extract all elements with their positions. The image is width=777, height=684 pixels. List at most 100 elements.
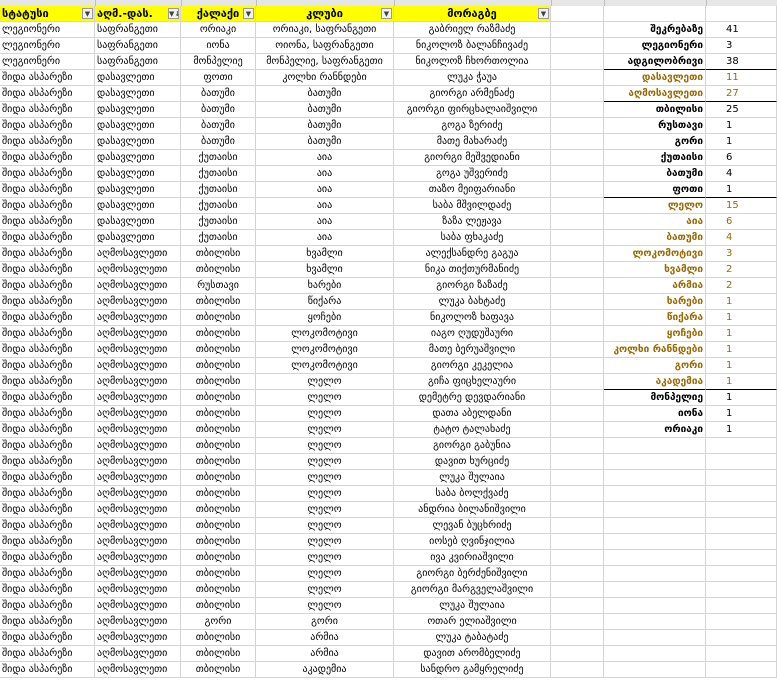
empty-cell[interactable] [551,166,604,182]
city-cell[interactable]: ქუთაისი [181,150,256,166]
region-cell[interactable]: აღმოსავლეთი [95,486,181,502]
status-cell[interactable]: შიდა ასპარეზი [0,166,95,182]
empty-cell[interactable] [551,342,604,358]
player-cell[interactable]: ნიკოლოზ ჩხორთოლია [394,54,551,70]
summary-label[interactable]: დასავლეთი [604,70,706,86]
empty-cell[interactable] [604,550,706,566]
header-cell-status[interactable]: სტატუსი ▼ [0,6,95,22]
summary-count[interactable]: 6 [706,150,777,166]
club-cell[interactable]: აია [256,214,394,230]
summary-label[interactable]: მონპელიე [604,390,706,406]
club-cell[interactable]: ლელო [256,470,394,486]
empty-cell[interactable] [551,358,604,374]
region-cell[interactable]: აღმოსავლეთი [95,342,181,358]
summary-label[interactable]: აღმოსავლეთი [604,86,706,102]
filter-dropdown-icon[interactable]: ▼ [243,8,254,19]
empty-cell[interactable] [706,518,777,534]
status-cell[interactable]: შიდა ასპარეზი [0,646,95,662]
region-cell[interactable]: აღმოსავლეთი [95,502,181,518]
player-cell[interactable]: გიორგი მეშვედიანი [394,150,551,166]
region-cell[interactable]: აღმოსავლეთი [95,454,181,470]
status-cell[interactable]: შიდა ასპარეზი [0,310,95,326]
club-cell[interactable]: ოიონა, საფრანგეთი [256,38,394,54]
empty-cell[interactable] [604,582,706,598]
status-cell[interactable]: შიდა ასპარეზი [0,438,95,454]
player-cell[interactable]: ანდრია ბილანიშვილი [394,502,551,518]
player-cell[interactable]: გაბრიელ რაზმაძე [394,22,551,38]
summary-count[interactable]: 1 [706,406,777,422]
city-cell[interactable]: თბილისი [181,374,256,390]
city-cell[interactable]: თბილისი [181,470,256,486]
empty-cell[interactable] [551,150,604,166]
empty-cell[interactable] [706,646,777,662]
player-cell[interactable]: ალექსანდრე გაგუა [394,246,551,262]
club-cell[interactable]: ლელო [256,454,394,470]
club-cell[interactable]: აია [256,198,394,214]
region-cell[interactable]: აღმოსავლეთი [95,406,181,422]
club-cell[interactable]: აია [256,150,394,166]
status-cell[interactable]: შიდა ასპარეზი [0,406,95,422]
region-cell[interactable]: აღმოსავლეთი [95,630,181,646]
region-cell[interactable]: დასავლეთი [95,150,181,166]
player-cell[interactable]: გოგა უშვერიძე [394,166,551,182]
status-cell[interactable]: შიდა ასპარეზი [0,422,95,438]
city-cell[interactable]: თბილისი [181,438,256,454]
status-cell[interactable]: შიდა ასპარეზი [0,550,95,566]
club-cell[interactable]: ყოჩები [256,310,394,326]
region-cell[interactable]: აღმოსავლეთი [95,646,181,662]
region-cell[interactable]: აღმოსავლეთი [95,582,181,598]
city-cell[interactable]: თბილისი [181,422,256,438]
empty-cell[interactable] [604,534,706,550]
player-cell[interactable]: ზაზა ლეჟავა [394,214,551,230]
summary-label[interactable]: ლელო [604,198,706,214]
player-cell[interactable]: ივა კვირიაშვილი [394,550,551,566]
status-cell[interactable]: შიდა ასპარეზი [0,502,95,518]
player-cell[interactable]: იოსებ ღვინჯილია [394,534,551,550]
status-cell[interactable]: შიდა ასპარეზი [0,582,95,598]
summary-count[interactable]: 1 [706,310,777,326]
player-cell[interactable]: ლუკა შულაია [394,470,551,486]
club-cell[interactable]: ლელო [256,502,394,518]
empty-cell[interactable] [551,118,604,134]
summary-count[interactable]: 41 [706,22,777,38]
player-cell[interactable]: იაგო ღუდუშაური [394,326,551,342]
summary-count[interactable]: 2 [706,262,777,278]
empty-cell[interactable] [551,486,604,502]
empty-cell[interactable] [706,582,777,598]
empty-cell[interactable] [551,54,604,70]
empty-cell[interactable] [551,534,604,550]
empty-cell[interactable] [604,630,706,646]
city-cell[interactable]: თბილისი [181,662,256,678]
empty-cell[interactable] [551,102,604,118]
region-cell[interactable]: დასავლეთი [95,70,181,86]
club-cell[interactable]: ბათუმი [256,86,394,102]
summary-label[interactable]: ადგილობრივი [604,54,706,70]
empty-cell[interactable] [551,182,604,198]
region-cell[interactable]: აღმოსავლეთი [95,278,181,294]
city-cell[interactable]: თბილისი [181,646,256,662]
region-cell[interactable]: დასავლეთი [95,134,181,150]
summary-label[interactable]: ხვამლი [604,262,706,278]
club-cell[interactable]: წიქარა [256,294,394,310]
player-cell[interactable]: ლუკა ჭაუა [394,70,551,86]
summary-count[interactable]: 1 [706,374,777,390]
empty-cell[interactable] [551,470,604,486]
empty-cell[interactable] [551,326,604,342]
empty-cell[interactable] [706,550,777,566]
status-cell[interactable]: შიდა ასპარეზი [0,598,95,614]
club-cell[interactable]: აია [256,182,394,198]
player-cell[interactable]: გოგა ზერიძე [394,118,551,134]
club-cell[interactable]: არმია [256,646,394,662]
empty-cell[interactable] [551,230,604,246]
region-cell[interactable]: აღმოსავლეთი [95,422,181,438]
empty-cell[interactable] [551,550,604,566]
player-cell[interactable]: მათე მახარაძე [394,134,551,150]
summary-label[interactable]: შეკრებაზე [604,22,706,38]
empty-cell[interactable] [551,646,604,662]
summary-label[interactable]: ორიაკი [604,422,706,438]
status-cell[interactable]: შიდა ასპარეზი [0,662,95,678]
empty-cell[interactable] [604,518,706,534]
status-cell[interactable]: შიდა ასპარეზი [0,566,95,582]
empty-cell[interactable] [551,454,604,470]
summary-count[interactable]: 1 [706,134,777,150]
